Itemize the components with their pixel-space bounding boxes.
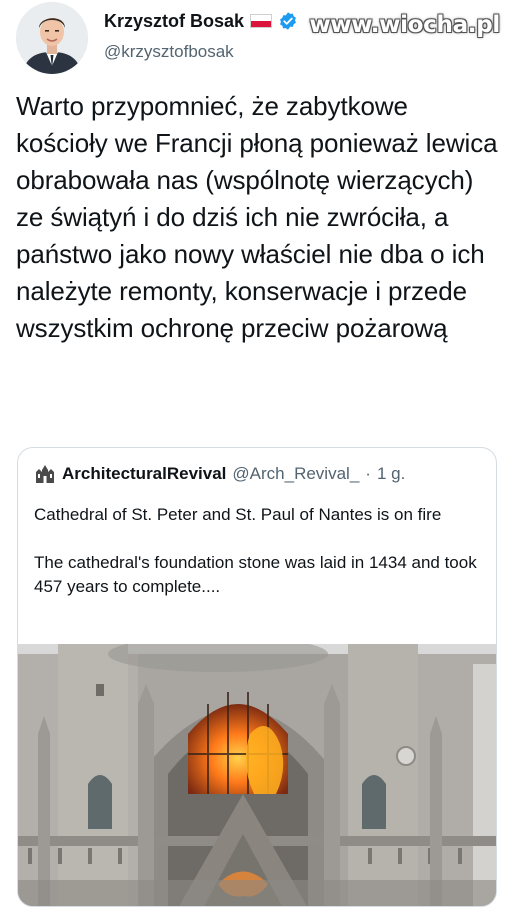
quoted-separator: · (365, 464, 371, 483)
author-handle[interactable]: @krzysztofbosak (104, 42, 234, 62)
author-avatar[interactable] (16, 2, 88, 74)
quoted-tweet[interactable]: ArchitecturalRevival @Arch_Revival_ · 1 … (17, 447, 497, 907)
quoted-handle[interactable]: @Arch_Revival_ (232, 464, 359, 484)
quoted-paragraph-2: The cathedral's foundation stone was lai… (34, 553, 477, 596)
author-display-name[interactable]: Krzysztof Bosak (104, 11, 244, 32)
quoted-paragraph-1: Cathedral of St. Peter and St. Paul of N… (34, 505, 442, 524)
site-watermark: www.wiocha.pl (309, 12, 500, 38)
verified-badge-icon (280, 12, 296, 30)
quoted-avatar-icon[interactable] (34, 463, 56, 485)
quoted-display-name[interactable]: ArchitecturalRevival (62, 464, 226, 484)
cathedral-illustration (18, 636, 496, 906)
avatar-photo (16, 2, 88, 74)
quoted-tweet-header: ArchitecturalRevival @Arch_Revival_ · 1 … (34, 463, 405, 485)
poland-flag-icon (250, 14, 273, 28)
tweet-text: Warto przypomnieć, że zabytkowe kościoły… (16, 91, 498, 343)
quoted-timestamp[interactable]: 1 g. (377, 464, 405, 484)
tweet-card: Krzysztof Bosak @krzysztofbosak www.wioc… (0, 0, 514, 907)
cathedral-fire-photo[interactable] (18, 636, 496, 906)
quoted-text: Cathedral of St. Peter and St. Paul of N… (34, 503, 484, 623)
author-name-row: Krzysztof Bosak (104, 8, 298, 34)
